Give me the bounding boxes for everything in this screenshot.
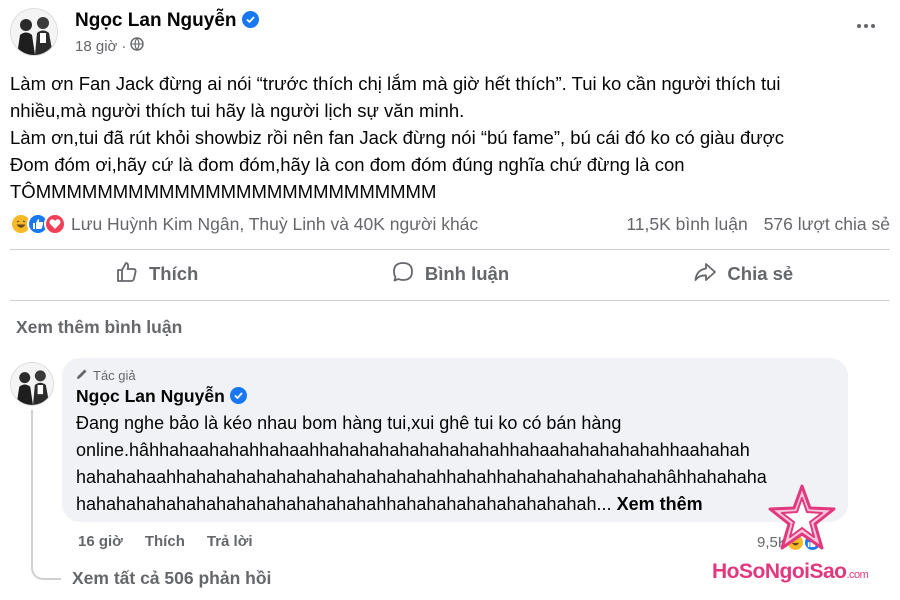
globe-icon xyxy=(130,37,145,55)
love-reaction-icon xyxy=(44,213,66,235)
comment-count[interactable]: 11,5K bình luận xyxy=(626,214,747,235)
comment-time[interactable]: 16 giờ xyxy=(78,533,123,550)
comment-button[interactable]: Bình luận xyxy=(303,252,596,296)
pencil-icon xyxy=(76,368,88,383)
like-button[interactable]: Thích xyxy=(10,252,303,296)
view-more-comments-link[interactable]: Xem thêm bình luận xyxy=(16,317,182,338)
post-time[interactable]: 18 giờ xyxy=(75,38,117,55)
post-author-name[interactable]: Ngọc Lan Nguyễn xyxy=(75,10,237,31)
divider xyxy=(10,249,890,250)
author-avatar[interactable] xyxy=(10,8,58,56)
more-options-icon[interactable] xyxy=(852,12,880,40)
share-count[interactable]: 576 lượt chia sẻ xyxy=(764,214,890,235)
comment-text-line: online.hâhhahaahahahhahaahhahahahahahaha… xyxy=(76,440,750,460)
comment-label: Bình luận xyxy=(424,263,510,284)
verified-badge-icon xyxy=(229,387,247,404)
divider xyxy=(10,300,890,301)
post-author[interactable]: Ngọc Lan Nguyễn xyxy=(75,10,259,32)
watermark: HoSoNgoiSao.com xyxy=(708,480,898,590)
see-more-link[interactable]: Xem thêm xyxy=(617,494,703,514)
share-label: Chia sẻ xyxy=(727,263,794,284)
post-text-line: TÔMMMMMMMMMMMMMMMMMMMMMMMMMM xyxy=(10,181,437,202)
commenter-avatar[interactable] xyxy=(10,362,54,406)
comment-text-line: Đang nghe bảo là kéo nhau bom hàng tui,x… xyxy=(76,413,622,433)
share-arrow-icon xyxy=(693,260,717,289)
post-actions: Thích Bình luận Chia sẻ xyxy=(10,252,890,296)
share-button[interactable]: Chia sẻ xyxy=(597,252,890,296)
thumbs-up-icon xyxy=(115,260,139,289)
watermark-brand: HoSoNgoiSao xyxy=(712,560,847,583)
comment-reply-button[interactable]: Trả lời xyxy=(207,533,253,550)
comment-like-button[interactable]: Thích xyxy=(145,533,185,550)
post-text-line: Đom đóm ơi,hãy cứ là đom đóm,hãy là con … xyxy=(10,154,685,175)
post-stats: Lưu Huỳnh Kim Ngân, Thuỳ Linh và 40K ngư… xyxy=(10,209,890,239)
view-all-replies-link[interactable]: Xem tất cả 506 phản hồi xyxy=(72,568,271,589)
reactors-text[interactable]: Lưu Huỳnh Kim Ngân, Thuỳ Linh và 40K ngư… xyxy=(71,214,478,235)
comment-text-truncated: hahahahahahahahahahahahahahahahhahahahah… xyxy=(76,494,612,514)
like-label: Thích xyxy=(148,263,199,284)
post-text-line: Làm ơn Fan Jack đừng ai nói “trước thích… xyxy=(10,73,781,94)
comment-bubble-icon xyxy=(391,260,415,289)
verified-badge-icon xyxy=(241,11,259,28)
reaction-icons[interactable] xyxy=(10,213,66,235)
post-header: Ngọc Lan Nguyễn 18 giờ · xyxy=(10,6,890,56)
comment-actions: 16 giờ Thích Trả lời xyxy=(78,533,253,550)
author-badge: Tác giả xyxy=(76,366,834,384)
post-text-line: nhiều,mà người thích tui hãy là người lị… xyxy=(10,100,465,121)
star-logo-icon xyxy=(768,484,836,550)
author-badge-label: Tác giả xyxy=(93,367,136,383)
comment-author[interactable]: Ngọc Lan Nguyễn xyxy=(76,386,834,410)
post-text-line: Làm ơn,tui đã rút khỏi showbiz rồi nên f… xyxy=(10,127,785,148)
post-meta: 18 giờ · xyxy=(75,37,145,55)
comment-author-name[interactable]: Ngọc Lan Nguyễn xyxy=(76,386,225,406)
reply-thread-line xyxy=(31,410,61,580)
post-body: Làm ơn Fan Jack đừng ai nói “trước thích… xyxy=(10,70,890,205)
watermark-suffix: .com xyxy=(846,569,869,581)
watermark-text: HoSoNgoiSao.com xyxy=(712,560,869,584)
